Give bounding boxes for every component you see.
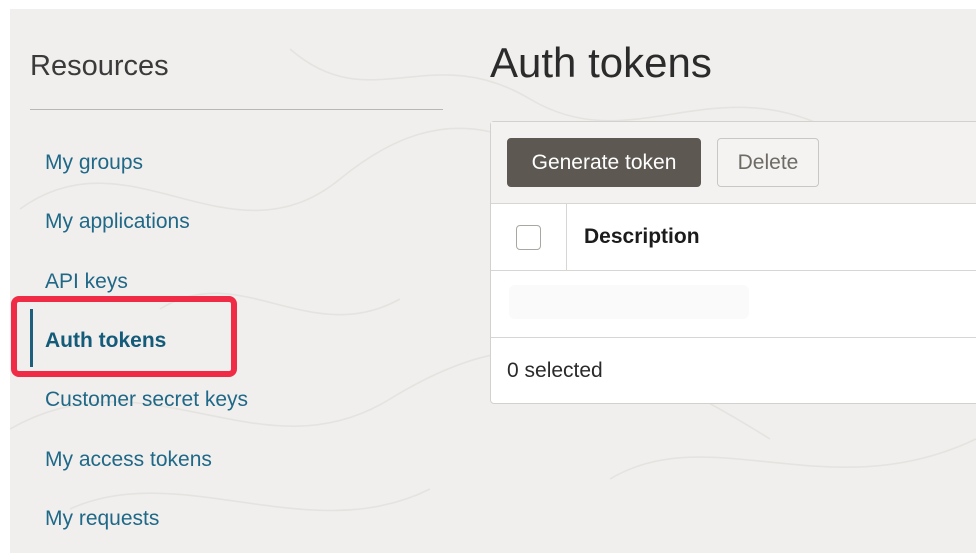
delete-button[interactable]: Delete <box>717 138 819 187</box>
sidebar-item-my-requests[interactable]: My requests <box>45 504 159 534</box>
column-header-description[interactable]: Description <box>584 204 700 270</box>
auth-tokens-panel: Generate token Delete Description 0 sele… <box>490 121 976 404</box>
resources-heading: Resources <box>30 50 169 82</box>
sidebar-item-my-applications[interactable]: My applications <box>45 207 190 237</box>
sidebar-divider <box>30 109 443 110</box>
column-divider <box>566 204 567 270</box>
console-canvas: Resources My groups My applications API … <box>10 9 976 553</box>
sidebar-item-my-access-tokens[interactable]: My access tokens <box>45 445 212 475</box>
sidebar-item-customer-secret-keys[interactable]: Customer secret keys <box>45 385 248 415</box>
generate-token-button[interactable]: Generate token <box>507 138 701 187</box>
sidebar-item-my-groups[interactable]: My groups <box>45 148 143 178</box>
table-empty-row <box>491 271 976 338</box>
select-all-checkbox[interactable] <box>516 225 541 250</box>
table-header: Description <box>491 204 976 271</box>
sidebar-item-auth-tokens[interactable]: Auth tokens <box>45 326 166 356</box>
empty-placeholder <box>509 285 749 319</box>
table-toolbar: Generate token Delete <box>491 122 976 204</box>
page-title: Auth tokens <box>490 39 712 86</box>
active-indicator <box>30 309 33 367</box>
sidebar-item-api-keys[interactable]: API keys <box>45 267 128 297</box>
table-footer: 0 selected <box>491 338 976 404</box>
selected-count: 0 selected <box>507 359 603 382</box>
